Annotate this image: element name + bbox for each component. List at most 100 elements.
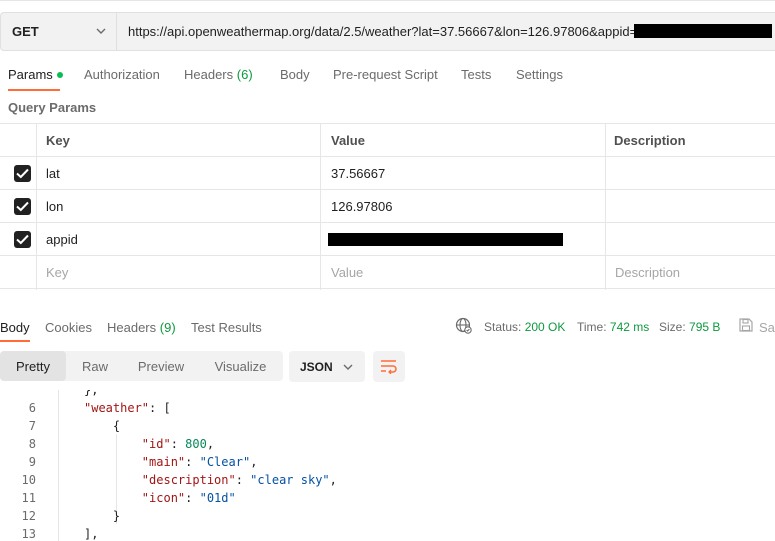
query-params-title: Query Params [8,100,97,115]
globe-icon[interactable] [455,317,472,334]
code-line-partial: }, [84,390,99,397]
code-line: ], [84,527,99,541]
tab-label: Headers [184,67,234,82]
view-preview[interactable]: Preview [124,351,198,381]
tab-count: (6) [236,67,253,82]
json-string: "01d" [199,491,236,505]
tab-label: Cookies [45,320,92,335]
json-key: "weather" [84,401,150,415]
indent-guide [58,390,59,541]
param-key[interactable]: lon [46,190,63,223]
tab-label: Test Results [191,320,262,335]
tab-response-headers[interactable]: Headers (9) [107,320,176,335]
response-status: Status: 200 OK [484,320,565,334]
param-key[interactable]: lat [46,157,60,190]
url-text: https://api.openweathermap.org/data/2.5/… [128,24,638,39]
redacted-api-key [634,24,772,38]
table-header-row: Key Value Description [0,124,775,157]
tab-body[interactable]: Body [280,67,310,82]
json-key: "main" [141,455,186,469]
params-table: Key Value Description lat 37.56667 lon 1… [0,123,775,290]
json-number: 800 [185,437,207,451]
tab-tests[interactable]: Tests [461,67,491,82]
tab-params[interactable]: Params [8,67,63,82]
view-raw[interactable]: Raw [66,351,124,381]
code-line: } [84,509,121,523]
params-indicator-dot [56,71,63,78]
time-label: Time: [577,320,607,334]
tab-label: Headers [107,320,157,335]
status-value: 200 OK [524,320,566,334]
tab-label: Settings [516,67,563,82]
tab-label: Pre-request Script [333,67,438,82]
line-number: 10 [21,473,36,487]
chevron-down-icon [343,364,353,370]
code-line: "id": 800, [141,437,215,451]
param-value[interactable]: 37.56667 [331,157,385,190]
key-placeholder[interactable]: Key [46,256,68,289]
size-value: 795 B [689,320,721,334]
tab-settings[interactable]: Settings [516,67,563,82]
json-key: "id" [141,437,171,451]
tab-label: Tests [461,67,492,82]
code-line: "icon": "01d" [141,491,236,505]
tab-test-results[interactable]: Test Results [191,320,262,335]
code-line: "description": "clear sky", [141,473,337,487]
line-number: 8 [28,437,36,451]
line-number: 9 [28,455,36,469]
code-line: { [84,419,121,433]
checkbox-checked-icon[interactable] [14,165,31,182]
divider [0,0,775,1]
json-string: "Clear" [199,455,251,469]
line-number: 12 [21,509,36,523]
tab-cookies[interactable]: Cookies [45,320,92,335]
view-visualize[interactable]: Visualize [198,351,283,381]
code-line: "main": "Clear", [141,455,258,469]
language-label: JSON [300,359,333,374]
response-tabs: Body Cookies Headers (9) Test Results St… [0,312,775,342]
save-response-button[interactable]: Sa [759,320,775,335]
time-value: 742 ms [609,320,650,334]
status-label: Status: [484,320,522,334]
chevron-down-icon [96,28,106,34]
response-body-code[interactable]: }, 6 "weather": [ 7 { 8 "id": 800, 9 "ma… [0,390,775,541]
method-select[interactable]: GET [0,12,116,51]
tab-headers[interactable]: Headers (6) [184,67,253,82]
column-header-key: Key [46,133,70,148]
response-time: Time: 742 ms [577,320,649,334]
wrap-lines-button[interactable] [373,351,405,382]
view-pretty[interactable]: Pretty [0,351,66,381]
tab-authorization[interactable]: Authorization [84,67,160,82]
save-icon[interactable] [738,317,754,333]
table-row: lon 126.97806 [0,190,775,223]
json-string: "clear sky" [250,473,330,487]
wrap-lines-icon [381,360,397,374]
line-number: 6 [28,401,36,415]
code-line: "weather": [ [84,401,171,415]
param-value[interactable]: 126.97806 [331,190,392,223]
table-row: lat 37.56667 [0,157,775,190]
table-row: appid [0,223,775,256]
column-header-description: Description [614,133,686,148]
tab-label: Authorization [84,67,160,82]
checkbox-checked-icon[interactable] [14,198,31,215]
tab-count: (9) [159,320,176,335]
checkbox-checked-icon[interactable] [14,231,31,248]
language-select[interactable]: JSON [289,351,365,382]
line-number: 13 [21,527,36,541]
json-key: "description" [141,473,236,487]
active-tab-indicator [8,89,60,91]
tab-label: Body [280,67,310,82]
json-key: "icon" [141,491,186,505]
tab-response-body[interactable]: Body [0,320,30,335]
line-number: 7 [28,419,36,433]
description-placeholder[interactable]: Description [615,256,680,289]
line-number: 11 [21,491,36,505]
view-mode-group: Pretty Raw Preview Visualize [0,351,283,381]
param-key[interactable]: appid [46,223,78,256]
table-row-empty: Key Value Description [0,256,775,289]
tab-label: Body [0,320,30,335]
value-placeholder[interactable]: Value [331,256,363,289]
response-size: Size: 795 B [659,320,720,334]
tab-pre-request-script[interactable]: Pre-request Script [333,67,438,82]
